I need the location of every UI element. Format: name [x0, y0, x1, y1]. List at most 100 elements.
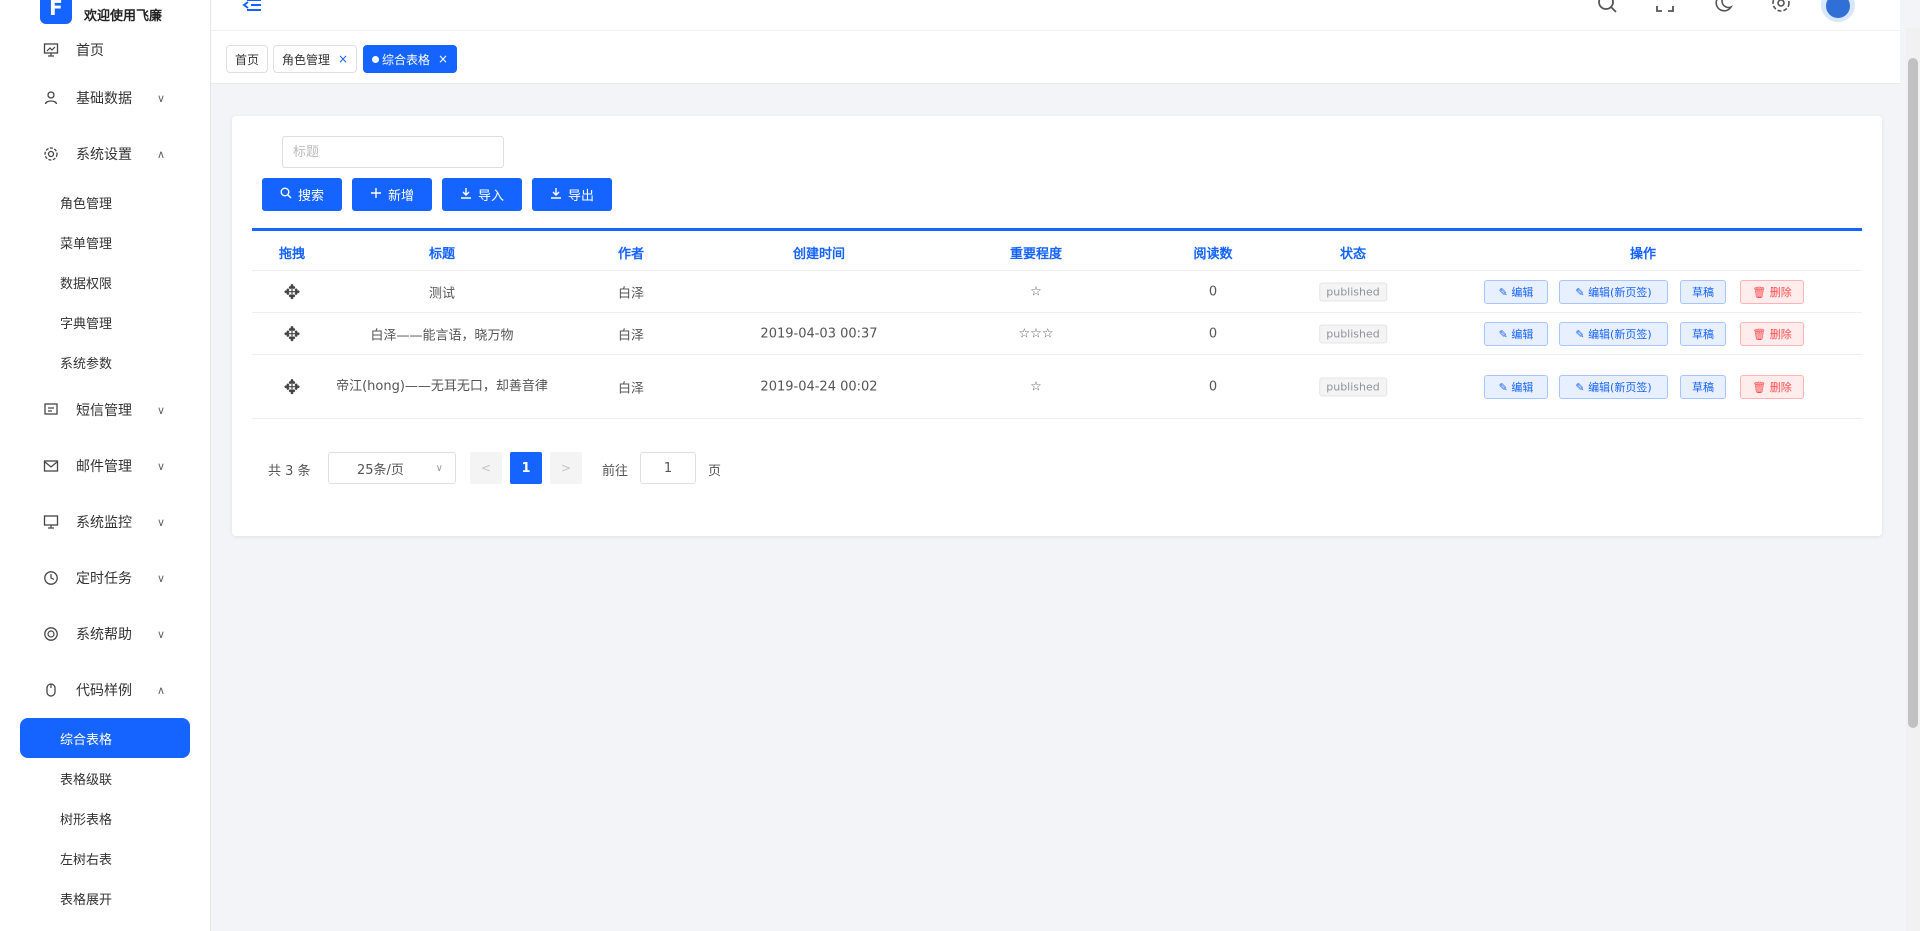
sidebar-subitem-cascade-table[interactable]: 表格级联 — [60, 769, 112, 788]
close-icon[interactable]: × — [338, 52, 348, 66]
cell-author: 白泽 — [617, 328, 645, 344]
sidebar-item-system-settings[interactable]: 系统设置 ∧ — [0, 144, 210, 164]
delete-button[interactable]: 🗑 删除 — [1740, 375, 1804, 399]
draft-button[interactable]: 草稿 — [1680, 322, 1726, 346]
menu-collapse-icon[interactable] — [241, 0, 263, 20]
delete-button[interactable]: 🗑 删除 — [1740, 280, 1804, 304]
search-icon[interactable] — [1578, 0, 1636, 18]
sidebar-item-label: 首页 — [76, 43, 104, 59]
current-page[interactable]: 1 — [510, 452, 542, 484]
chevron-up-icon: ∧ — [157, 683, 166, 697]
status-badge: published — [1319, 377, 1387, 397]
top-header — [211, 0, 1900, 30]
sidebar-subitem-parameters[interactable]: 系统参数 — [60, 353, 112, 372]
chevron-left-icon: < — [480, 461, 492, 475]
scrollbar-thumb[interactable] — [1908, 58, 1918, 728]
column-header-actions[interactable]: 操作 — [1630, 243, 1656, 262]
chevron-right-icon: > — [560, 461, 572, 475]
tabs-bar: 首页 角色管理 × 综合表格 × — [211, 30, 1900, 84]
sidebar-item-scheduled-tasks[interactable]: 定时任务 ∨ — [0, 568, 210, 588]
chevron-down-icon: ∨ — [157, 571, 166, 585]
tab-role-management[interactable]: 角色管理 × — [273, 45, 358, 73]
goto-page-input[interactable] — [640, 452, 696, 484]
draft-label: 草稿 — [1692, 328, 1714, 341]
edit-new-tab-button[interactable]: ✎ 编辑(新页签) — [1559, 280, 1668, 304]
sidebar-item-monitor[interactable]: 系统监控 ∨ — [0, 512, 210, 532]
tab-label: 角色管理 — [282, 52, 331, 67]
column-header-created[interactable]: 创建时间 — [793, 243, 845, 262]
delete-button[interactable]: 🗑 删除 — [1740, 322, 1804, 346]
cell-title: 帝江(hong)——无耳无口，却善音律 — [336, 379, 548, 394]
edit-button[interactable]: ✎ 编辑 — [1484, 322, 1548, 346]
sidebar-subitem-left-tree-right-table[interactable]: 左树右表 — [60, 849, 112, 868]
page-size-select[interactable]: 25条/页 ∨ — [328, 452, 456, 484]
active-dot-icon — [372, 55, 379, 63]
tab-label: 综合表格 — [382, 52, 431, 67]
pagination-total: 共 3 条 — [268, 464, 311, 479]
pen-icon: ✎ — [1575, 380, 1585, 394]
tab-home[interactable]: 首页 — [226, 45, 269, 73]
sidebar-subitem-menu[interactable]: 菜单管理 — [60, 233, 112, 252]
edit-button[interactable]: ✎ 编辑 — [1484, 280, 1548, 304]
sidebar: F 欢迎使用飞廉 首页 基础数据 ∨ 系统设置 ∧ 角色管理 菜单管理 数据权限… — [0, 0, 211, 931]
tab-label: 首页 — [235, 52, 260, 67]
sidebar-subitem-tree-table[interactable]: 树形表格 — [60, 809, 112, 828]
export-button[interactable]: 导出 — [532, 178, 612, 211]
column-header-importance[interactable]: 重要程度 — [1010, 243, 1062, 262]
clock-icon — [42, 569, 60, 587]
add-button[interactable]: 新增 — [352, 178, 432, 211]
draft-button[interactable]: 草稿 — [1680, 280, 1726, 304]
next-page-button[interactable]: > — [550, 452, 582, 484]
edit-new-label: 编辑(新页签) — [1588, 286, 1652, 299]
edit-button[interactable]: ✎ 编辑 — [1484, 375, 1548, 399]
edit-label: 编辑 — [1511, 381, 1534, 394]
export-button-label: 导出 — [567, 189, 594, 204]
trash-icon: 🗑 — [1752, 285, 1767, 299]
sidebar-item-mail[interactable]: 邮件管理 ∨ — [0, 456, 210, 476]
drag-handle-icon[interactable]: ✥ — [284, 280, 301, 304]
chevron-up-icon: ∧ — [157, 147, 166, 161]
tab-composite-table[interactable]: 综合表格 × — [363, 45, 458, 73]
page-scrollbar[interactable] — [1906, 28, 1920, 931]
title-search-input[interactable] — [282, 136, 504, 168]
table-row: ✥ 测试 白泽 ☆ 0 published ✎ 编辑 ✎ 编辑(新页签) 草稿 … — [252, 271, 1862, 313]
import-button[interactable]: 导入 — [442, 178, 522, 211]
sidebar-subitem-expand-table[interactable]: 表格展开 — [60, 889, 112, 908]
column-header-reads[interactable]: 阅读数 — [1193, 243, 1232, 262]
avatar[interactable] — [1821, 0, 1855, 22]
sidebar-item-basic-data[interactable]: 基础数据 ∨ — [0, 88, 210, 108]
draft-button[interactable]: 草稿 — [1680, 375, 1726, 399]
search-button[interactable]: 搜索 — [262, 178, 342, 211]
sidebar-item-home[interactable]: 首页 — [0, 40, 210, 60]
column-header-title[interactable]: 标题 — [429, 243, 455, 262]
message-icon — [42, 401, 60, 419]
edit-new-tab-button[interactable]: ✎ 编辑(新页签) — [1559, 322, 1668, 346]
close-icon[interactable]: × — [438, 52, 448, 66]
sidebar-item-sms[interactable]: 短信管理 ∨ — [0, 400, 210, 420]
pen-icon: ✎ — [1575, 285, 1585, 299]
edit-new-tab-button[interactable]: ✎ 编辑(新页签) — [1559, 375, 1668, 399]
cell-title: 白泽——能言语，晓万物 — [370, 328, 514, 344]
drag-handle-icon[interactable]: ✥ — [284, 375, 301, 399]
sidebar-subitem-role[interactable]: 角色管理 — [60, 193, 112, 212]
page-size-value: 25条/页 — [357, 462, 404, 478]
fullscreen-icon[interactable] — [1636, 0, 1694, 18]
pen-icon: ✎ — [1498, 380, 1508, 394]
column-header-status[interactable]: 状态 — [1340, 243, 1366, 262]
column-header-drag[interactable]: 拖拽 — [279, 243, 305, 262]
status-badge: published — [1319, 324, 1387, 344]
user-icon — [42, 89, 60, 107]
sidebar-subitem-data-permission[interactable]: 数据权限 — [60, 273, 112, 292]
draft-label: 草稿 — [1692, 381, 1714, 394]
cell-reads: 0 — [1208, 326, 1218, 342]
settings-gear-icon[interactable] — [1752, 0, 1810, 18]
sidebar-item-help[interactable]: 系统帮助 ∨ — [0, 624, 210, 644]
cell-reads: 0 — [1208, 379, 1218, 395]
dark-mode-icon[interactable] — [1694, 0, 1752, 18]
prev-page-button[interactable]: < — [470, 452, 502, 484]
sidebar-subitem-composite-table[interactable]: 综合表格 — [20, 718, 190, 758]
sidebar-subitem-dictionary[interactable]: 字典管理 — [60, 313, 112, 332]
sidebar-item-code-samples[interactable]: 代码样例 ∧ — [0, 680, 210, 700]
drag-handle-icon[interactable]: ✥ — [284, 322, 301, 346]
column-header-author[interactable]: 作者 — [618, 243, 644, 262]
